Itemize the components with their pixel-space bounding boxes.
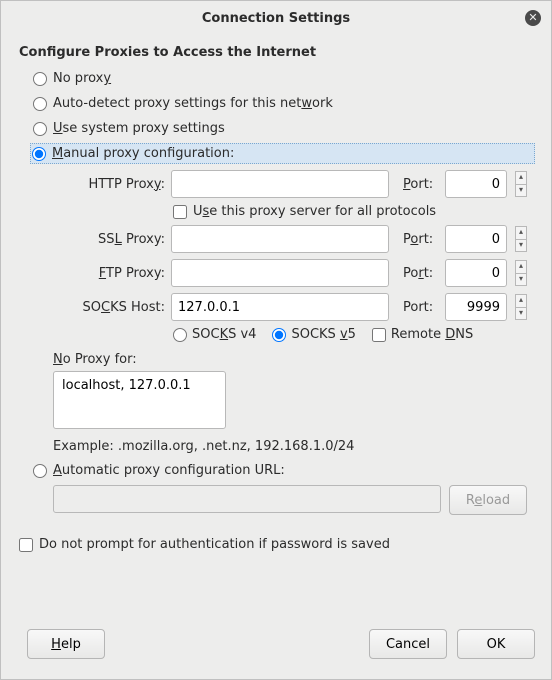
no-proxy-example: Example: .mozilla.org, .net.nz, 192.168.… [53,439,535,454]
use-all-checkbox[interactable] [173,205,187,219]
chevron-down-icon[interactable]: ▾ [515,307,527,320]
ok-button[interactable]: OK [457,629,535,659]
manual-form: HTTP Proxy: Port: ▴▾ Use this proxy serv… [53,170,527,342]
chevron-down-icon[interactable]: ▾ [515,273,527,286]
socks-port-spinner[interactable]: ▴▾ [515,294,527,320]
close-icon[interactable]: ✕ [525,10,541,26]
radio-manual-proxy[interactable]: Manual proxy configuration: [30,143,535,164]
radio-system-proxy-input[interactable] [33,122,47,136]
socks-host-row: SOCKS Host: Port: ▴▾ [53,293,527,321]
no-auth-prompt-input[interactable] [19,538,33,552]
socks-port-label: Port: [403,300,439,315]
socks-host-label: SOCKS Host: [53,300,165,315]
checkbox-remote-dns[interactable]: Remote DNS [372,327,473,342]
dialog-title: Connection Settings [202,11,350,26]
ftp-proxy-label: FTP Proxy: [53,266,165,281]
ftp-port-input[interactable] [445,259,507,287]
socks-port-input[interactable] [445,293,507,321]
chevron-up-icon[interactable]: ▴ [515,226,527,239]
ftp-proxy-row: FTP Proxy: Port: ▴▾ [53,259,527,287]
http-proxy-row: HTTP Proxy: Port: ▴▾ [53,170,527,198]
remote-dns-checkbox[interactable] [372,328,386,342]
no-proxy-label: No Proxy for: [53,352,535,367]
http-port-label: Port: [403,177,439,192]
chevron-down-icon[interactable]: ▾ [515,239,527,252]
no-proxy-textarea[interactable] [53,371,226,429]
radio-auto-detect-input[interactable] [33,97,47,111]
pac-url-input [53,485,441,513]
chevron-down-icon[interactable]: ▾ [515,184,527,197]
ssl-port-spinner[interactable]: ▴▾ [515,226,527,252]
http-port-input[interactable] [445,170,507,198]
radio-system-proxy[interactable]: Use system proxy settings [31,118,535,139]
section-heading: Configure Proxies to Access the Internet [19,45,535,60]
socks-version-row: SOCKS v4 SOCKS v5 Remote DNS [173,327,527,342]
ftp-port-label: Port: [403,266,439,281]
http-proxy-label: HTTP Proxy: [53,177,165,192]
radio-socks-v4[interactable]: SOCKS v4 [173,327,256,342]
ssl-port-input[interactable] [445,225,507,253]
ssl-proxy-label: SSL Proxy: [53,232,165,247]
http-proxy-input[interactable] [171,170,389,198]
help-button[interactable]: Help [27,629,105,659]
button-bar: Help Cancel OK [1,629,551,679]
ftp-proxy-input[interactable] [171,259,389,287]
ssl-proxy-input[interactable] [171,225,389,253]
pac-row: Reload [53,485,527,515]
radio-auto-detect[interactable]: Auto-detect proxy settings for this netw… [31,93,535,114]
chevron-up-icon[interactable]: ▴ [515,171,527,184]
chevron-up-icon[interactable]: ▴ [515,260,527,273]
ssl-port-label: Port: [403,232,439,247]
checkbox-no-auth-prompt[interactable]: Do not prompt for authentication if pass… [19,537,535,552]
ssl-proxy-row: SSL Proxy: Port: ▴▾ [53,225,527,253]
connection-settings-dialog: Connection Settings ✕ Configure Proxies … [0,0,552,680]
radio-no-proxy-input[interactable] [33,72,47,86]
radio-socks-v5-input[interactable] [272,328,286,342]
reload-button: Reload [449,485,527,515]
content-area: Configure Proxies to Access the Internet… [1,35,551,629]
socks-host-input[interactable] [171,293,389,321]
titlebar: Connection Settings ✕ [1,1,551,35]
chevron-up-icon[interactable]: ▴ [515,294,527,307]
use-all-label: Use this proxy server for all protocols [193,204,436,219]
radio-socks-v5[interactable]: SOCKS v5 [272,327,355,342]
use-all-row: Use this proxy server for all protocols [173,204,527,219]
no-auth-prompt-label: Do not prompt for authentication if pass… [39,537,390,552]
cancel-button[interactable]: Cancel [369,629,447,659]
radio-socks-v4-input[interactable] [173,328,187,342]
radio-manual-proxy-input[interactable] [32,147,46,161]
radio-no-proxy[interactable]: No proxy [31,68,535,89]
radio-pac[interactable]: Automatic proxy configuration URL: [31,460,535,481]
ftp-port-spinner[interactable]: ▴▾ [515,260,527,286]
http-port-spinner[interactable]: ▴▾ [515,171,527,197]
radio-pac-input[interactable] [33,464,47,478]
